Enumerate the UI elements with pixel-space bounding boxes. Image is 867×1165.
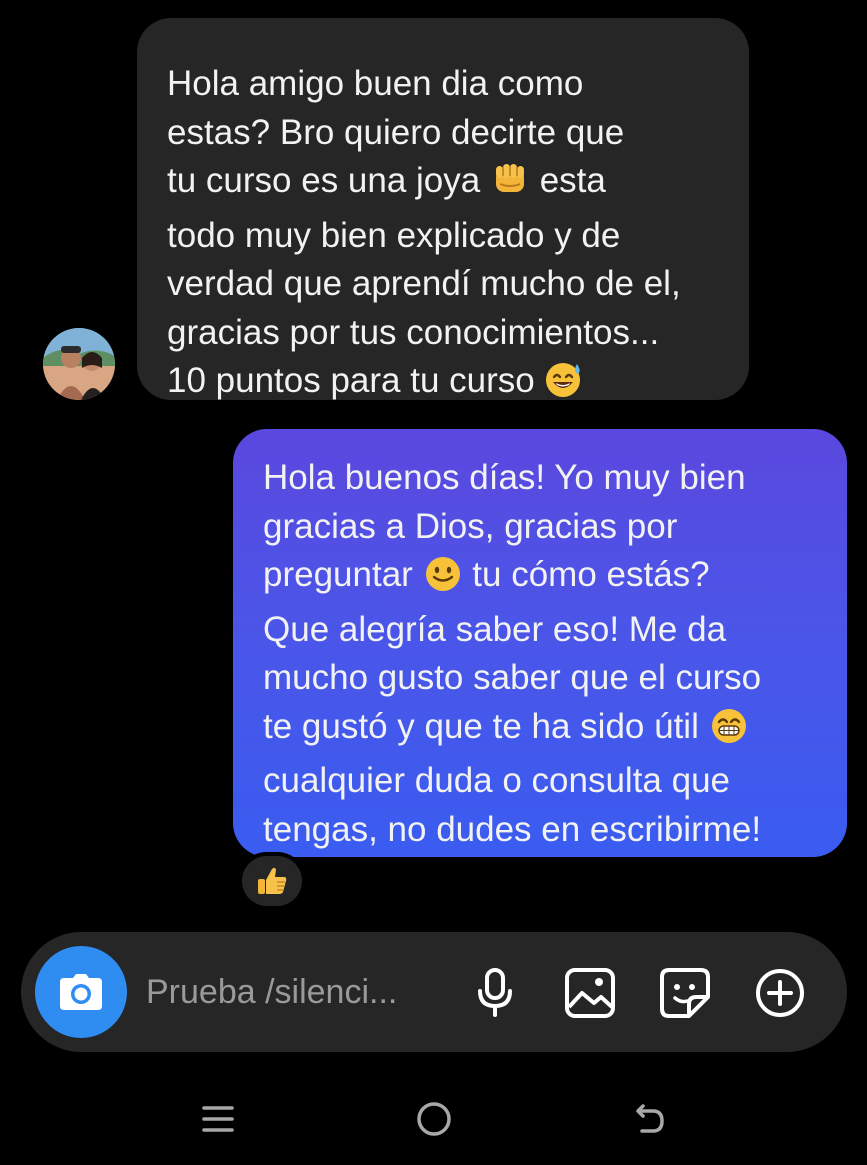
home-button[interactable] <box>409 1098 459 1140</box>
microphone-icon <box>478 968 512 1017</box>
home-icon <box>417 1102 451 1136</box>
grinning-face-with-smiling-eyes-emoji-icon <box>709 706 749 758</box>
gallery-button[interactable] <box>562 965 618 1021</box>
camera-icon <box>60 974 102 1010</box>
back-icon <box>636 1104 664 1133</box>
microphone-button[interactable] <box>467 965 523 1021</box>
sticker-button[interactable] <box>657 965 713 1021</box>
sticker-icon <box>660 968 710 1018</box>
message-composer: Prueba /silenci... <box>21 932 847 1052</box>
back-button[interactable] <box>625 1098 675 1140</box>
add-button[interactable] <box>752 965 808 1021</box>
slightly-smiling-face-emoji-icon <box>423 554 463 606</box>
recent-apps-button[interactable] <box>193 1098 243 1140</box>
outgoing-message-text: Hola buenos días! Yo muy bien gracias a … <box>263 458 762 849</box>
system-navigation-bar <box>0 1070 867 1165</box>
message-input[interactable]: Prueba /silenci... <box>146 970 446 1014</box>
incoming-message-bubble[interactable]: Hola amigo buen dia como estas? Bro quie… <box>137 18 749 400</box>
outgoing-message-bubble[interactable]: Hola buenos días! Yo muy bien gracias a … <box>233 429 847 857</box>
menu-icon <box>202 1106 234 1132</box>
thumbs-up-reaction[interactable] <box>238 852 306 910</box>
incoming-message-text: Hola amigo buen dia como estas? Bro quie… <box>167 60 729 412</box>
contact-avatar[interactable] <box>43 328 115 400</box>
thumbs-up-icon <box>258 867 287 894</box>
gallery-icon <box>565 968 615 1018</box>
smiling-face-with-sweat-emoji-icon <box>544 360 584 412</box>
add-icon <box>756 969 804 1017</box>
camera-button[interactable] <box>35 946 127 1038</box>
chat-screen: Hola amigo buen dia como estas? Bro quie… <box>0 0 867 1165</box>
oncoming-fist-emoji-icon <box>490 162 530 212</box>
